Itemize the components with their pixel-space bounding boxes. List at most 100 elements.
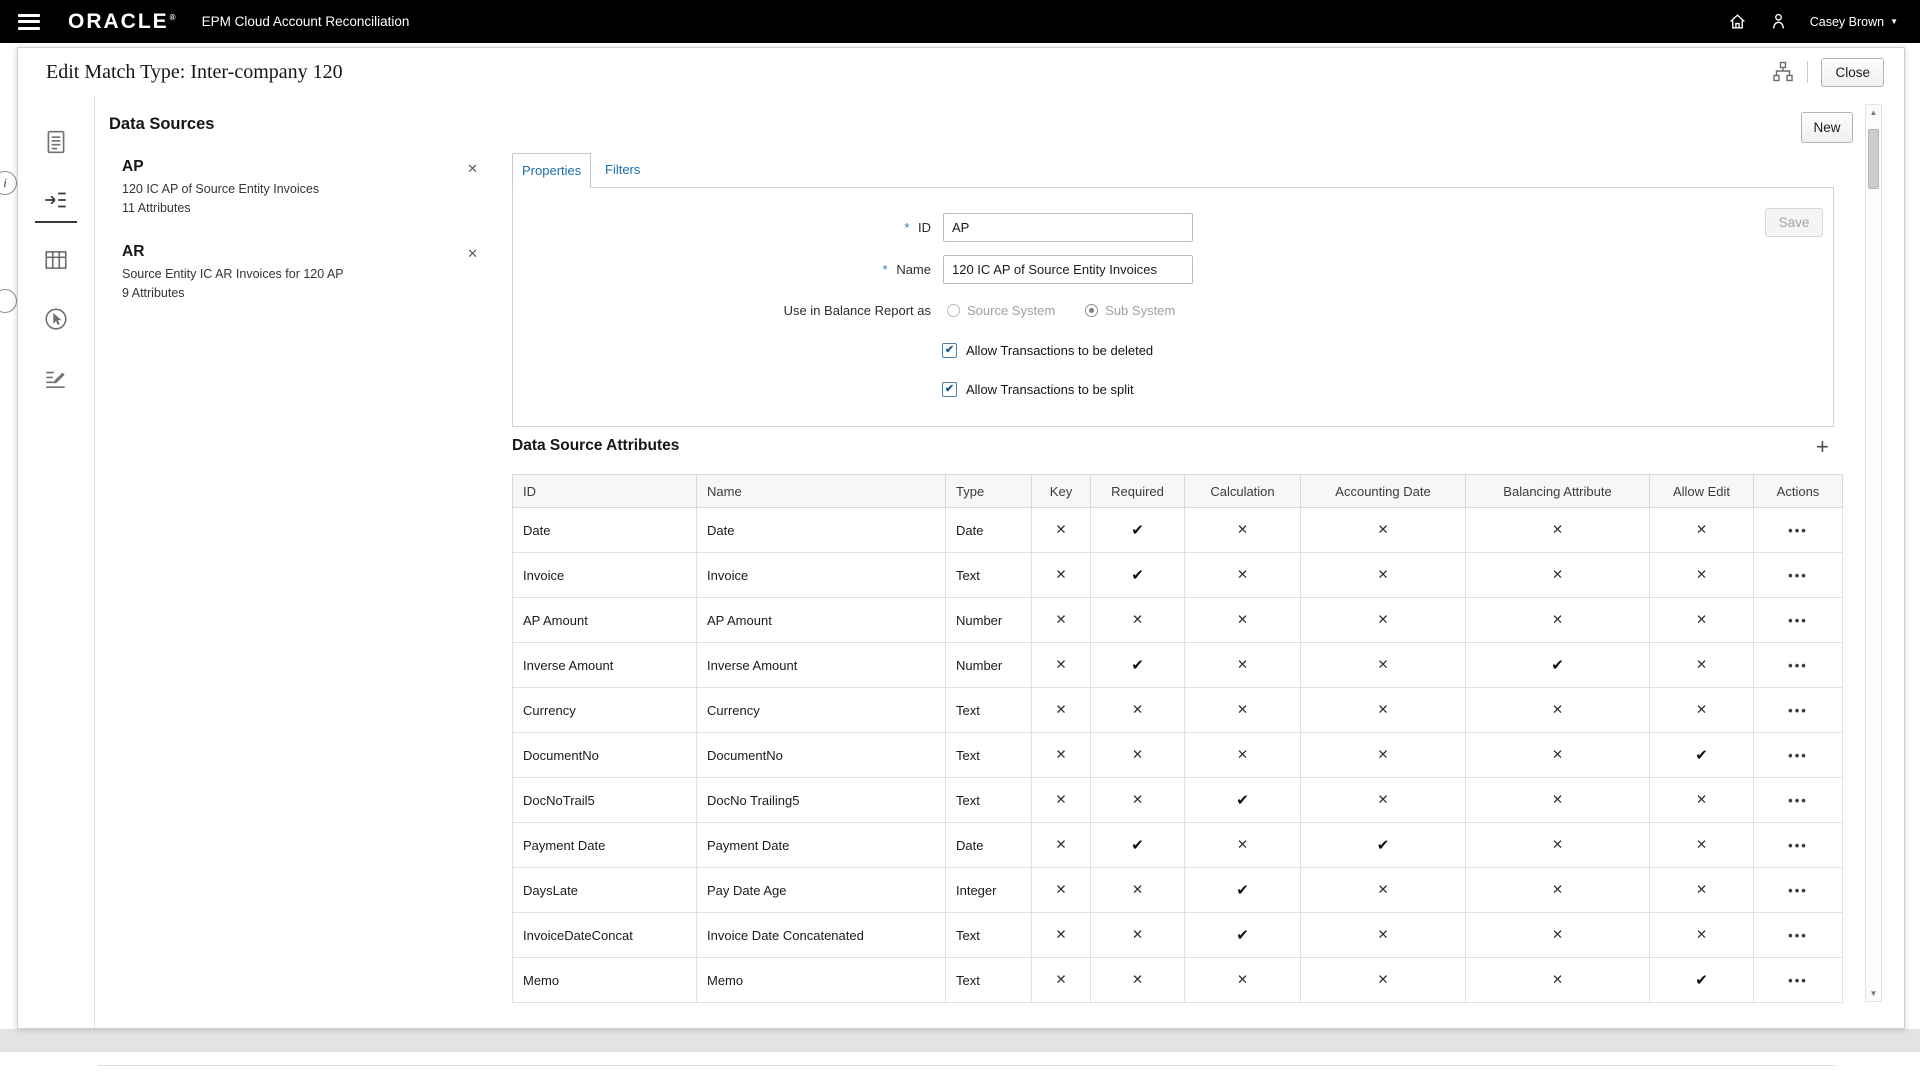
attr-id-cell: InvoiceDateConcat — [513, 913, 697, 958]
attr-flag-cell: ✕ — [1301, 553, 1466, 598]
remove-source-icon[interactable]: ✕ — [467, 246, 478, 262]
attr-actions-cell: ••• — [1754, 958, 1843, 1003]
data-sources-icon[interactable] — [35, 179, 77, 223]
row-actions-menu-icon[interactable]: ••• — [1788, 838, 1808, 853]
user-icon[interactable] — [1769, 12, 1788, 31]
add-attribute-icon[interactable]: + — [1816, 434, 1829, 460]
allow-split-label: Allow Transactions to be split — [966, 382, 1134, 397]
cross-icon: ✕ — [1552, 792, 1563, 807]
attr-flag-cell: ✕ — [1466, 823, 1650, 868]
attribute-row[interactable]: DateDateDate✕✔✕✕✕✕••• — [513, 508, 1843, 553]
column-header: ID — [513, 475, 697, 508]
screen: ORACLE® EPM Cloud Account Reconciliation… — [0, 0, 1920, 1080]
name-input[interactable] — [943, 255, 1193, 284]
row-actions-menu-icon[interactable]: ••• — [1788, 748, 1808, 763]
cross-icon: ✕ — [1237, 567, 1248, 582]
match-type-properties-icon[interactable] — [35, 120, 77, 164]
vertical-scrollbar[interactable]: ▲ ▼ — [1865, 104, 1882, 1002]
id-input[interactable] — [943, 213, 1193, 242]
row-actions-menu-icon[interactable]: ••• — [1788, 568, 1808, 583]
cross-icon: ✕ — [1552, 972, 1563, 987]
cross-icon: ✕ — [1377, 567, 1388, 582]
attributes-table-body: DateDateDate✕✔✕✕✕✕•••InvoiceInvoiceText✕… — [513, 508, 1843, 1003]
dialog-title: Edit Match Type: Inter-company 120 — [46, 61, 343, 84]
source-attribute-count: 11 Attributes — [122, 199, 478, 218]
required-asterisk: * — [883, 262, 888, 277]
row-actions-menu-icon[interactable]: ••• — [1788, 703, 1808, 718]
cross-icon: ✕ — [1552, 522, 1563, 537]
scroll-down-icon[interactable]: ▼ — [1866, 989, 1881, 998]
attribute-row[interactable]: Inverse AmountInverse AmountNumber✕✔✕✕✔✕… — [513, 643, 1843, 688]
tab-properties[interactable]: Properties — [512, 153, 591, 188]
cross-icon: ✕ — [1132, 927, 1143, 942]
attribute-row[interactable]: Payment DatePayment DateDate✕✔✕✔✕✕••• — [513, 823, 1843, 868]
radio-source-system[interactable] — [947, 304, 960, 317]
attr-actions-cell: ••• — [1754, 778, 1843, 823]
attr-flag-cell: ✕ — [1301, 778, 1466, 823]
attr-flag-cell: ✕ — [1301, 733, 1466, 778]
match-process-icon[interactable] — [35, 238, 77, 282]
tab-filters[interactable]: Filters — [596, 153, 649, 188]
new-data-source-button[interactable]: New — [1801, 112, 1853, 143]
attribute-row[interactable]: DocumentNoDocumentNoText✕✕✕✕✕✔••• — [513, 733, 1843, 778]
scrollbar-thumb[interactable] — [1868, 129, 1879, 189]
home-icon[interactable] — [1728, 12, 1747, 31]
oracle-logo: ORACLE® — [68, 10, 176, 34]
data-source-item-ap[interactable]: AP 120 IC AP of Source Entity Invoices 1… — [122, 158, 478, 218]
cross-icon: ✕ — [1696, 927, 1707, 942]
attributes-table: IDNameTypeKeyRequiredCalculationAccounti… — [512, 474, 1842, 1003]
attr-actions-cell: ••• — [1754, 598, 1843, 643]
data-source-attributes-title: Data Source Attributes — [512, 437, 679, 455]
radio-sub-system[interactable] — [1085, 304, 1098, 317]
attribute-row[interactable]: CurrencyCurrencyText✕✕✕✕✕✕••• — [513, 688, 1843, 733]
attr-flag-cell: ✕ — [1032, 508, 1091, 553]
attr-flag-cell: ✕ — [1032, 553, 1091, 598]
allow-delete-checkbox[interactable]: ✔ — [942, 343, 957, 358]
row-actions-menu-icon[interactable]: ••• — [1788, 928, 1808, 943]
row-actions-menu-icon[interactable]: ••• — [1788, 793, 1808, 808]
attr-flag-cell: ✕ — [1185, 958, 1301, 1003]
attr-flag-cell: ✕ — [1650, 778, 1754, 823]
row-actions-menu-icon[interactable]: ••• — [1788, 883, 1808, 898]
dialog-body: Data Sources New AP 120 IC AP of Source … — [18, 96, 1904, 1029]
attribute-row[interactable]: AP AmountAP AmountNumber✕✕✕✕✕✕••• — [513, 598, 1843, 643]
cross-icon: ✕ — [1696, 837, 1707, 852]
row-actions-menu-icon[interactable]: ••• — [1788, 658, 1808, 673]
cross-icon: ✕ — [1237, 702, 1248, 717]
data-source-item-ar[interactable]: AR Source Entity IC AR Invoices for 120 … — [122, 243, 478, 303]
attr-flag-cell: ✕ — [1650, 688, 1754, 733]
cross-icon: ✕ — [1552, 837, 1563, 852]
required-asterisk: * — [904, 220, 909, 235]
row-actions-menu-icon[interactable]: ••• — [1788, 973, 1808, 988]
run-matching-icon[interactable] — [35, 297, 77, 341]
check-icon: ✔ — [1695, 972, 1708, 989]
close-button[interactable]: Close — [1821, 58, 1884, 87]
hierarchy-icon[interactable] — [1772, 61, 1794, 83]
remove-source-icon[interactable]: ✕ — [467, 161, 478, 177]
scroll-up-icon[interactable]: ▲ — [1866, 108, 1881, 117]
cross-icon: ✕ — [1055, 792, 1066, 807]
attribute-row[interactable]: InvoiceInvoiceText✕✔✕✕✕✕••• — [513, 553, 1843, 598]
cross-icon: ✕ — [1132, 792, 1143, 807]
attribute-row[interactable]: DocNoTrail5DocNo Trailing5Text✕✕✔✕✕✕••• — [513, 778, 1843, 823]
check-icon: ✔ — [1131, 657, 1144, 674]
attr-flag-cell: ✕ — [1650, 868, 1754, 913]
edit-match-type-dialog: Edit Match Type: Inter-company 120 Close — [17, 47, 1905, 1029]
row-actions-menu-icon[interactable]: ••• — [1788, 613, 1808, 628]
attr-flag-cell: ✕ — [1032, 913, 1091, 958]
hamburger-menu-icon[interactable] — [18, 14, 40, 30]
save-button[interactable]: Save — [1765, 208, 1823, 237]
cross-icon: ✕ — [1055, 927, 1066, 942]
attribute-row[interactable]: InvoiceDateConcatInvoice Date Concatenat… — [513, 913, 1843, 958]
row-actions-menu-icon[interactable]: ••• — [1788, 523, 1808, 538]
attr-flag-cell: ✕ — [1650, 508, 1754, 553]
attr-flag-cell: ✕ — [1185, 598, 1301, 643]
attribute-row[interactable]: DaysLatePay Date AgeInteger✕✕✔✕✕✕••• — [513, 868, 1843, 913]
attr-type-cell: Text — [946, 688, 1032, 733]
attr-type-cell: Date — [946, 823, 1032, 868]
attribute-row[interactable]: MemoMemoText✕✕✕✕✕✔••• — [513, 958, 1843, 1003]
audit-edit-icon[interactable] — [35, 356, 77, 400]
allow-split-checkbox[interactable]: ✔ — [942, 382, 957, 397]
user-menu[interactable]: Casey Brown ▼ — [1810, 15, 1898, 29]
attr-flag-cell: ✔ — [1466, 643, 1650, 688]
